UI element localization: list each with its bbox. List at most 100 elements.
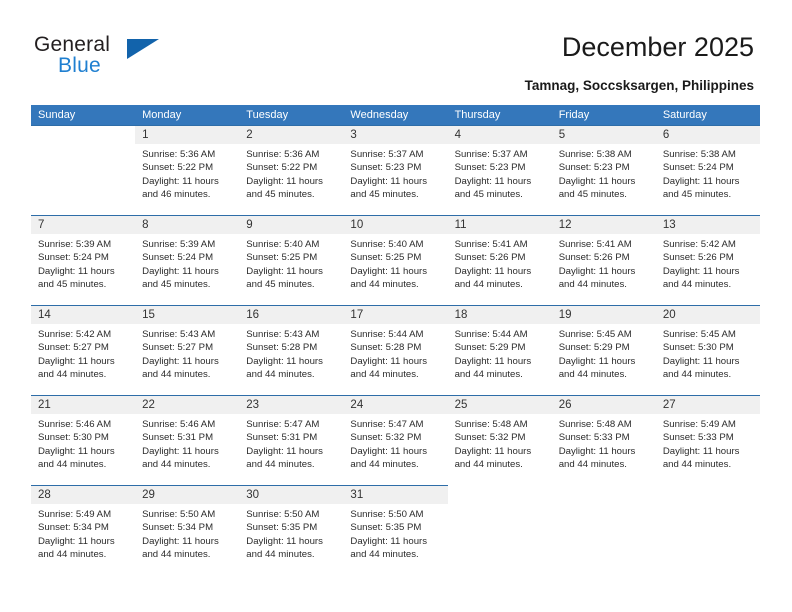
day-sun-info: Sunrise: 5:39 AM Sunset: 5:24 PM Daylight:… — [31, 234, 135, 292]
week-divider-line — [31, 125, 760, 126]
weekday-header-thursday: Thursday — [454, 109, 501, 121]
calendar-day-cell[interactable]: 27 Sunrise: 5:49 AM Sunset: 5:33 PM Dayligh… — [655, 395, 760, 485]
calendar-day-cell[interactable]: 1 Sunrise: 5:36 AM Sunset: 5:22 PM Daylight… — [135, 125, 240, 215]
day-sun-info: Sunrise: 5:43 AM Sunset: 5:27 PM Daylight:… — [135, 324, 239, 382]
daylight-duration-line1: Daylight: 11 hours — [662, 445, 740, 457]
daylight-duration-line1: Daylight: 11 hours — [38, 265, 115, 277]
calendar-day-cell[interactable]: 6 Sunrise: 5:38 AM Sunset: 5:24 PM Daylight… — [655, 125, 760, 215]
calendar-day-cell[interactable]: 13 Sunrise: 5:42 AM Sunset: 5:26 PM Dayligh… — [655, 215, 760, 305]
daylight-duration-line2: and 44 minutes. — [350, 369, 419, 381]
day-number: 10 — [350, 219, 364, 231]
day-sun-info: Sunrise: 5:50 AM Sunset: 5:35 PM Daylight:… — [239, 504, 343, 562]
daylight-duration-line1: Daylight: 11 hours — [558, 355, 636, 367]
calendar-day-cell[interactable]: 31 Sunrise: 5:50 AM Sunset: 5:35 PM Dayligh… — [343, 485, 448, 575]
calendar-day-cell[interactable]: 11 Sunrise: 5:41 AM Sunset: 5:26 PM Dayligh… — [447, 215, 552, 305]
sunset-time: Sunset: 5:27 PM — [38, 342, 109, 354]
daylight-duration-line2: and 44 minutes. — [558, 279, 627, 291]
calendar-day-cell[interactable]: 3 Sunrise: 5:37 AM Sunset: 5:23 PM Daylight… — [343, 125, 448, 215]
day-number — [31, 125, 135, 144]
day-number: 17 — [350, 309, 364, 321]
daylight-duration-line1: Daylight: 11 hours — [558, 265, 636, 277]
day-sun-info: Sunrise: 5:36 AM Sunset: 5:22 PM Daylight:… — [135, 144, 239, 202]
daylight-duration-line1: Daylight: 11 hours — [350, 265, 428, 277]
calendar-day-cell[interactable]: 12 Sunrise: 5:41 AM Sunset: 5:26 PM Dayligh… — [551, 215, 656, 305]
logo-text-blue: Blue — [58, 54, 101, 77]
sunset-time: Sunset: 5:30 PM — [662, 342, 734, 354]
calendar-day-cell[interactable]: 17 Sunrise: 5:44 AM Sunset: 5:28 PM Dayligh… — [343, 305, 448, 395]
daylight-duration-line2: and 44 minutes. — [558, 369, 627, 381]
sunrise-time: Sunrise: 5:46 AM — [142, 419, 216, 430]
calendar-day-cell[interactable]: 14 Sunrise: 5:42 AM Sunset: 5:27 PM Dayligh… — [31, 305, 136, 395]
calendar-day-cell[interactable]: 29 Sunrise: 5:50 AM Sunset: 5:34 PM Dayligh… — [135, 485, 240, 575]
sunrise-time: Sunrise: 5:50 AM — [142, 509, 216, 520]
calendar-day-cell[interactable]: 28 Sunrise: 5:49 AM Sunset: 5:34 PM Dayligh… — [31, 485, 136, 575]
calendar-day-cell[interactable]: 23 Sunrise: 5:47 AM Sunset: 5:31 PM Dayligh… — [239, 395, 344, 485]
calendar-day-cell[interactable]: 4 Sunrise: 5:37 AM Sunset: 5:23 PM Daylight… — [447, 125, 552, 215]
day-sun-info: Sunrise: 5:41 AM Sunset: 5:26 PM Daylight:… — [552, 234, 656, 292]
day-number: 12 — [558, 219, 572, 231]
calendar-day-cell[interactable]: 9 Sunrise: 5:40 AM Sunset: 5:25 PM Daylight… — [239, 215, 344, 305]
daylight-duration-line2: and 44 minutes. — [246, 459, 315, 471]
calendar-day-cell[interactable]: 8 Sunrise: 5:39 AM Sunset: 5:24 PM Daylight… — [135, 215, 240, 305]
sunrise-time: Sunrise: 5:41 AM — [454, 239, 528, 250]
day-number: 22 — [142, 399, 155, 411]
day-number: 16 — [246, 309, 260, 321]
calendar-day-cell[interactable]: 21 Sunrise: 5:46 AM Sunset: 5:30 PM Dayligh… — [31, 395, 136, 485]
calendar-day-cell[interactable]: 22 Sunrise: 5:46 AM Sunset: 5:31 PM Dayligh… — [135, 395, 240, 485]
calendar-day-cell[interactable]: 26 Sunrise: 5:48 AM Sunset: 5:33 PM Dayligh… — [551, 395, 656, 485]
day-number: 13 — [662, 219, 676, 231]
calendar-day-cell[interactable]: 10 Sunrise: 5:40 AM Sunset: 5:25 PM Dayligh… — [343, 215, 448, 305]
sunrise-time: Sunrise: 5:49 AM — [38, 509, 112, 520]
page-header: General Blue December 2025 Tamnag, Soccs… — [0, 0, 792, 100]
day-number: 8 — [142, 219, 149, 231]
calendar-day-cell[interactable]: 25 Sunrise: 5:48 AM Sunset: 5:32 PM Dayligh… — [447, 395, 552, 485]
daylight-duration-line2: and 44 minutes. — [662, 279, 732, 291]
general-blue-logo[interactable]: General Blue — [34, 33, 214, 85]
sunset-time: Sunset: 5:33 PM — [662, 432, 734, 444]
week-divider-line — [31, 395, 760, 396]
calendar-day-cell[interactable]: 20 Sunrise: 5:45 AM Sunset: 5:30 PM Dayligh… — [655, 305, 760, 395]
day-number: 26 — [558, 399, 572, 411]
daylight-duration-line1: Daylight: 11 hours — [38, 445, 115, 457]
daylight-duration-line1: Daylight: 11 hours — [558, 445, 636, 457]
daylight-duration-line2: and 44 minutes. — [38, 369, 107, 381]
sunrise-time: Sunrise: 5:39 AM — [38, 239, 112, 250]
daylight-duration-line2: and 45 minutes. — [558, 189, 627, 201]
sunset-time: Sunset: 5:35 PM — [246, 522, 318, 534]
day-sun-info: Sunrise: 5:42 AM Sunset: 5:27 PM Daylight:… — [31, 324, 135, 382]
daylight-duration-line2: and 44 minutes. — [662, 459, 732, 471]
daylight-duration-line1: Daylight: 11 hours — [246, 535, 323, 547]
sunset-time: Sunset: 5:26 PM — [662, 252, 734, 264]
sunrise-time: Sunrise: 5:45 AM — [662, 329, 736, 340]
calendar-week-row: 14 Sunrise: 5:42 AM Sunset: 5:27 PM Dayligh… — [31, 305, 760, 395]
calendar-day-cell[interactable]: 15 Sunrise: 5:43 AM Sunset: 5:27 PM Dayligh… — [135, 305, 240, 395]
day-number: 2 — [246, 129, 253, 141]
sunset-time: Sunset: 5:34 PM — [38, 522, 109, 534]
day-sun-info: Sunrise: 5:38 AM Sunset: 5:23 PM Daylight:… — [552, 144, 656, 202]
calendar-day-cell[interactable]: 30 Sunrise: 5:50 AM Sunset: 5:35 PM Dayligh… — [239, 485, 344, 575]
calendar-day-cell[interactable]: 24 Sunrise: 5:47 AM Sunset: 5:32 PM Dayligh… — [343, 395, 448, 485]
calendar-day-cell[interactable]: 2 Sunrise: 5:36 AM Sunset: 5:22 PM Daylight… — [239, 125, 344, 215]
daylight-duration-line1: Daylight: 11 hours — [350, 355, 428, 367]
daylight-duration-line1: Daylight: 11 hours — [350, 445, 428, 457]
day-sun-info: Sunrise: 5:49 AM Sunset: 5:33 PM Daylight:… — [656, 414, 760, 472]
weekday-header-friday: Friday — [558, 109, 590, 121]
sunrise-time: Sunrise: 5:47 AM — [246, 419, 320, 430]
calendar-week-row: 28 Sunrise: 5:49 AM Sunset: 5:34 PM Dayligh… — [31, 485, 760, 575]
calendar-day-cell[interactable]: 5 Sunrise: 5:38 AM Sunset: 5:23 PM Daylight… — [551, 125, 656, 215]
calendar-day-cell[interactable]: 7 Sunrise: 5:39 AM Sunset: 5:24 PM Daylight… — [31, 215, 136, 305]
daylight-duration-line2: and 44 minutes. — [38, 459, 107, 471]
sunset-time: Sunset: 5:25 PM — [246, 252, 318, 264]
day-sun-info: Sunrise: 5:40 AM Sunset: 5:25 PM Daylight:… — [343, 234, 447, 292]
calendar-page: General Blue December 2025 Tamnag, Soccs… — [0, 0, 792, 612]
sunrise-time: Sunrise: 5:36 AM — [246, 149, 320, 160]
weekday-header-sunday: Sunday — [38, 109, 76, 121]
day-sun-info: Sunrise: 5:37 AM Sunset: 5:23 PM Daylight:… — [448, 144, 552, 202]
calendar-day-cell[interactable]: 19 Sunrise: 5:45 AM Sunset: 5:29 PM Dayligh… — [551, 305, 656, 395]
calendar-day-cell[interactable]: 18 Sunrise: 5:44 AM Sunset: 5:29 PM Dayligh… — [447, 305, 552, 395]
day-sun-info: Sunrise: 5:40 AM Sunset: 5:25 PM Daylight:… — [239, 234, 343, 292]
day-sun-info: Sunrise: 5:45 AM Sunset: 5:30 PM Daylight:… — [656, 324, 760, 382]
daylight-duration-line1: Daylight: 11 hours — [246, 355, 323, 367]
daylight-duration-line2: and 44 minutes. — [38, 549, 107, 561]
calendar-day-cell[interactable]: 16 Sunrise: 5:43 AM Sunset: 5:28 PM Dayligh… — [239, 305, 344, 395]
